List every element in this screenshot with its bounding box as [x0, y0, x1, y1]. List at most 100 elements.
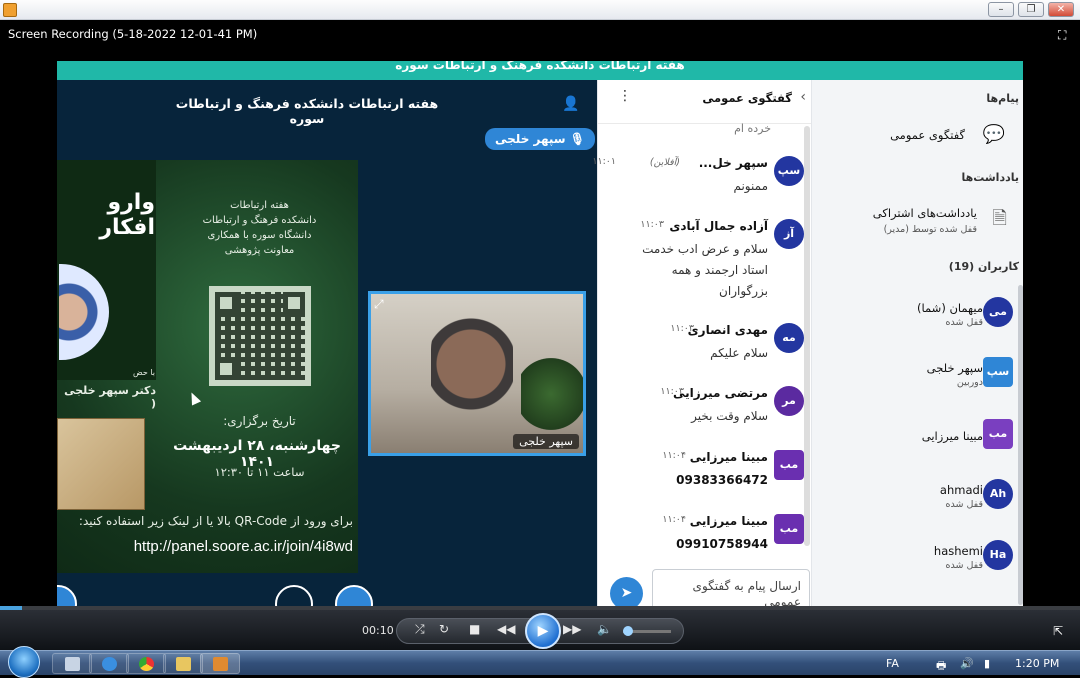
network-icon[interactable]: ▮ [984, 657, 990, 670]
presentation-stage: هفته ارتباطات دانشکده فرهنگ و ارتباطات س… [57, 80, 597, 607]
top-banner: هفته ارتباطات دانشکده فرهنگ و ارتباطات س… [57, 61, 1023, 80]
repeat-icon[interactable]: ↻ [439, 622, 449, 636]
more-options-icon[interactable]: ⋮ [618, 88, 632, 104]
user-item[interactable]: می میهمان (شما) قفل شده [811, 297, 1023, 337]
slide-header: هفته ارتباطات دانشکده فرهنگ و ارتباطات د… [167, 198, 352, 258]
message-author: آزاده جمال آبادی [669, 219, 768, 233]
message-text: 09910758944 [676, 537, 768, 551]
user-name: میهمان (شما) [917, 301, 983, 315]
leave-button[interactable] [57, 585, 77, 607]
clock[interactable]: 1:20 PM [1015, 657, 1059, 670]
partial-message: خرده ام [734, 122, 771, 135]
public-chat-label: گفتگوی عمومی [890, 128, 965, 142]
close-button[interactable]: ✕ [1048, 2, 1074, 17]
mouse-cursor-icon [186, 390, 202, 406]
message-time: ۱۱:۰۳ [660, 386, 684, 397]
user-name: hashemi [933, 544, 983, 558]
header-line: معاونت پژوهشی [224, 245, 295, 256]
poster-with: با حض [133, 368, 155, 377]
actions-button[interactable] [335, 585, 373, 607]
user-avatar: مب [983, 419, 1013, 449]
message-text: سلام و عرض ادب خدمت استاد ارجمند و همه ب… [642, 242, 768, 298]
message-time: ۱۱:۰۱ [592, 156, 616, 167]
message-text: ممنونم [733, 179, 768, 193]
poster-person: دکتر سپهر خلجی ( [64, 384, 156, 410]
user-item[interactable]: Ha hashemi قفل شده [811, 540, 1023, 580]
shared-notes-item[interactable]: یادداشت‌های اشتراکی قفل شده توسط (مدیر) … [815, 198, 1015, 238]
switch-to-library-icon[interactable]: ⇱ [1053, 624, 1063, 638]
user-avatar: سپ [983, 357, 1013, 387]
shared-notes-label: یادداشت‌های اشتراکی [872, 206, 977, 220]
stage-title: هفته ارتباطات دانشکده فرهنگ و ارتباطات س… [175, 96, 439, 126]
next-icon[interactable]: ▶▶ [563, 622, 581, 636]
printer-icon[interactable]: 🖶 [936, 657, 946, 676]
shared-notes-sub: قفل شده توسط (مدیر) [883, 224, 977, 235]
message-avatar: سپ [774, 156, 804, 186]
shuffle-icon[interactable]: ⤮ [415, 622, 425, 637]
webcam-name: سپهر خلجی [513, 434, 579, 449]
user-name: ahmadi [939, 483, 983, 497]
volume-slider[interactable] [623, 626, 671, 636]
speaker-icon[interactable]: 🔊 [960, 657, 974, 670]
user-item[interactable]: سپ سپهر خلجی دوربین [811, 357, 1023, 397]
expand-icon[interactable]: ⤢ [374, 297, 384, 312]
taskbar-ie[interactable] [89, 653, 129, 674]
user-item[interactable]: مب مبینا میرزایی [811, 419, 1023, 459]
chat-title: گفتگوی عمومی [702, 91, 792, 105]
participant-video [431, 309, 513, 453]
taskbar-app[interactable] [52, 653, 92, 674]
recording-title: Screen Recording (5-18-2022 12-01-41 PM) [8, 27, 258, 41]
user-icon[interactable]: 👤 [562, 96, 582, 114]
message-avatar: مه [774, 323, 804, 353]
play-button[interactable]: ▶ [525, 613, 561, 649]
minimize-button[interactable]: – [988, 2, 1014, 17]
previous-icon[interactable]: ◀◀ [497, 622, 515, 636]
message-avatar: مر [774, 386, 804, 416]
poster-title: وارو افکار [99, 190, 155, 240]
qr-code [209, 286, 311, 386]
volume-icon[interactable]: 🔈 [597, 622, 612, 636]
volume-knob[interactable] [623, 626, 633, 636]
taskbar-media-player[interactable] [200, 653, 240, 674]
taskbar-chrome[interactable] [126, 653, 166, 674]
chevron-back-icon[interactable]: ‹ [800, 89, 806, 105]
user-item[interactable]: Ah ahmadi قفل شده [811, 479, 1023, 519]
header-line: دانشگاه سوره با همکاری [207, 230, 312, 241]
chat-bubble-icon: 💬 [982, 124, 1005, 145]
time-value: ساعت ۱۱ تا ۱۲:۳۰ [214, 465, 305, 479]
message-text: سلام وقت بخیر [691, 409, 768, 423]
message-author: مرتضی میرزایی [672, 386, 768, 400]
message-avatar: آز [774, 219, 804, 249]
send-icon[interactable]: ➤ [610, 577, 643, 607]
chat-scrollbar[interactable] [804, 126, 810, 546]
users-header: کاربران (19) [948, 260, 1019, 273]
user-status: قفل شده [945, 317, 984, 328]
playback-time: 00:10 [362, 624, 394, 637]
join-link[interactable]: http://panel.soore.ac.ir/join/4i8wd [57, 538, 353, 555]
message-avatar: مب [774, 450, 804, 480]
player-controls: 00:10 ⤮ ↻ ■ ◀◀ ▶ ▶▶ 🔈 ⇱ [0, 610, 1080, 650]
language-indicator[interactable]: FA [886, 657, 899, 670]
taskbar: FA 🖶 🔊 ▮ 1:20 PM [0, 646, 1080, 678]
speaker-badge: 🎙 سپهر خلجی [485, 128, 596, 150]
public-chat-item[interactable]: گفتگوی عمومی 💬 [815, 122, 1015, 150]
start-button[interactable] [8, 646, 40, 678]
poster-panel: وارو افکار با حض [57, 160, 156, 380]
webcam-tile[interactable]: ⤢ سپهر خلجی [368, 291, 586, 456]
control-bar: ⤮ ↻ ■ ◀◀ ▶ ▶▶ 🔈 [396, 613, 684, 649]
user-avatar: Ah [983, 479, 1013, 509]
message-time: ۱۱:۰۳ [640, 219, 664, 230]
fullscreen-icon[interactable]: ⛶ [1058, 28, 1072, 42]
message-text: 09383366472 [676, 473, 768, 487]
message-time: ۱۱:۰۴ [662, 514, 686, 525]
join-text: برای ورود از QR-Code بالا یا از لینک زیر… [78, 514, 353, 528]
screen-share-button[interactable] [275, 585, 313, 607]
chat-message-input[interactable]: ارسال پیام به گفتگوی عمومی [652, 569, 810, 607]
meeting-video: هفته ارتباطات دانشکده فرهنگ و ارتباطات س… [57, 61, 1023, 607]
restore-button[interactable]: ❐ [1018, 2, 1044, 17]
taskbar-explorer[interactable] [163, 653, 203, 674]
document-icon: 🗎 [992, 208, 1007, 229]
header-line: دانشکده فرهنگ و ارتباطات [202, 215, 317, 226]
stop-icon[interactable]: ■ [469, 622, 480, 636]
chat-panel: ‹ گفتگوی عمومی ⋮ خرده ام سپ سپهر خل... (… [592, 80, 812, 607]
